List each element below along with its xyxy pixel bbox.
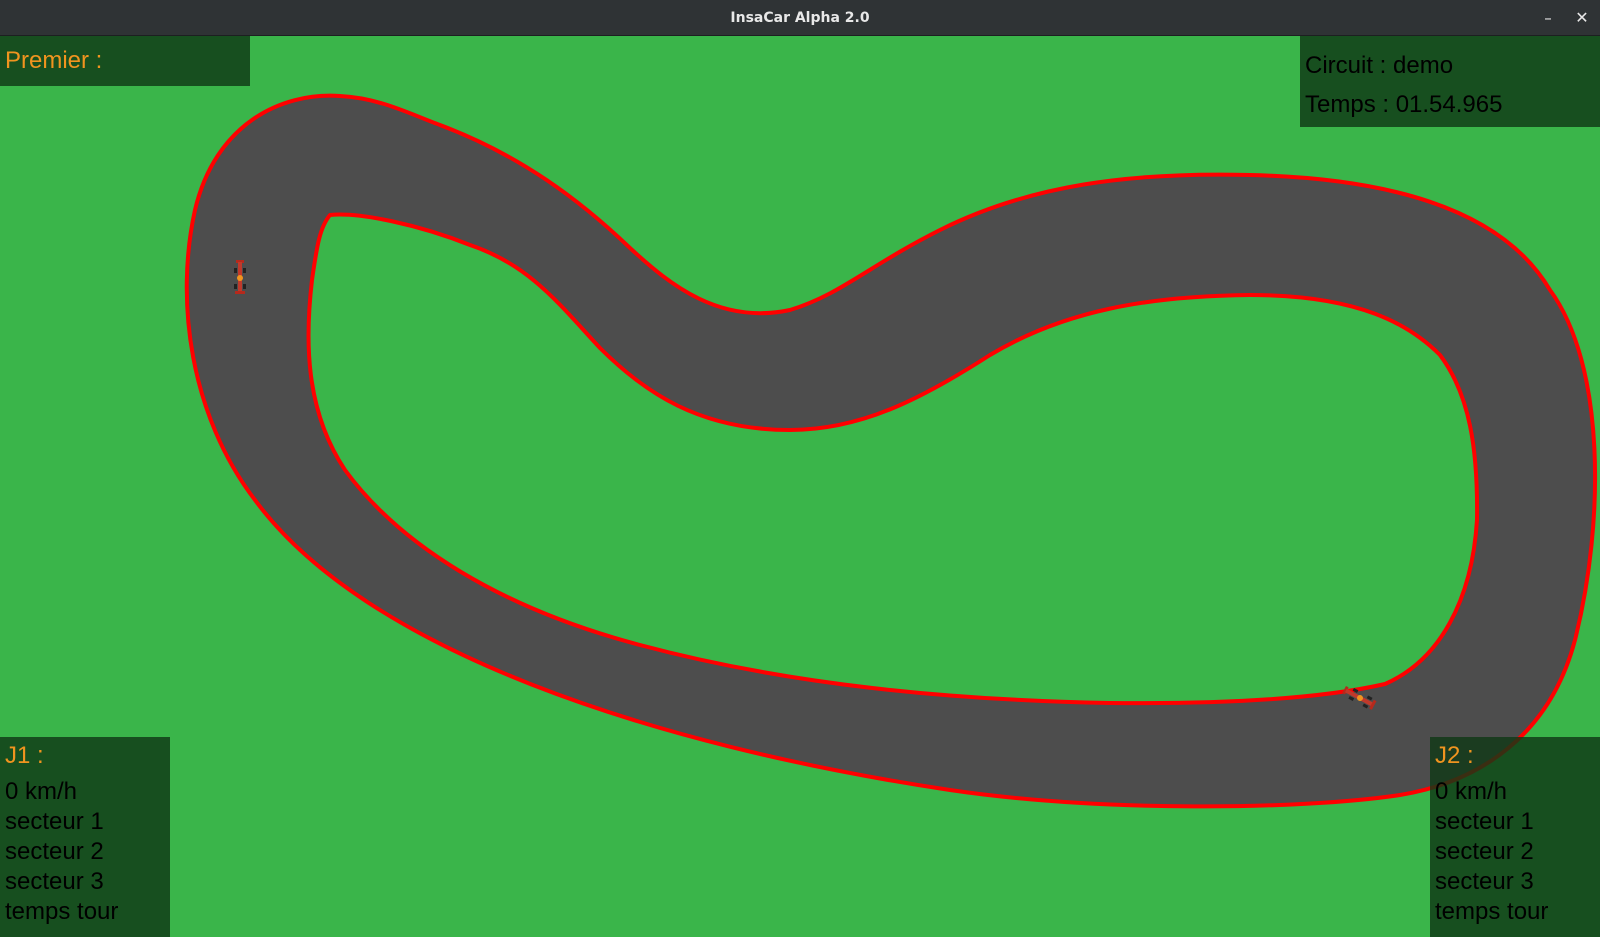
- window-titlebar[interactable]: InsaCar Alpha 2.0 – ✕: [0, 0, 1600, 36]
- sector-3-time: secteur 3: [1435, 868, 1534, 895]
- player-name: J1 :: [5, 742, 44, 769]
- close-button[interactable]: ✕: [1570, 6, 1594, 30]
- player-speed: 0 km/h: [1435, 778, 1508, 805]
- sector-1-time: secteur 1: [1435, 808, 1534, 835]
- sector-3-time: secteur 3: [5, 868, 104, 895]
- player-name: J2 :: [1435, 742, 1474, 769]
- circuit-name: Circuit : demo: [1305, 52, 1454, 79]
- track-asphalt: [184, 93, 1597, 809]
- sector-1-time: secteur 1: [5, 808, 104, 835]
- sector-2-time: secteur 2: [1435, 838, 1534, 865]
- sector-2-time: secteur 2: [5, 838, 104, 865]
- lap-time: temps tour: [1435, 898, 1549, 925]
- player-2-panel: J2 : 0 km/h secteur 1 secteur 2 secteur …: [1430, 737, 1600, 937]
- player-speed: 0 km/h: [5, 778, 78, 805]
- lap-time: temps tour: [5, 898, 119, 925]
- race-track: [184, 93, 1597, 809]
- leader-label: Premier :: [5, 47, 103, 74]
- minimize-button[interactable]: –: [1536, 6, 1560, 30]
- race-time: Temps : 01.54.965: [1305, 91, 1503, 118]
- leader-panel: Premier :: [0, 36, 250, 86]
- game-canvas[interactable]: Premier : Circuit : demo Temps : 01.54.9…: [0, 36, 1600, 937]
- circuit-panel: Circuit : demo Temps : 01.54.965: [1300, 36, 1600, 127]
- player-1-panel: J1 : 0 km/h secteur 1 secteur 2 secteur …: [0, 737, 170, 937]
- window-title: InsaCar Alpha 2.0: [730, 10, 870, 26]
